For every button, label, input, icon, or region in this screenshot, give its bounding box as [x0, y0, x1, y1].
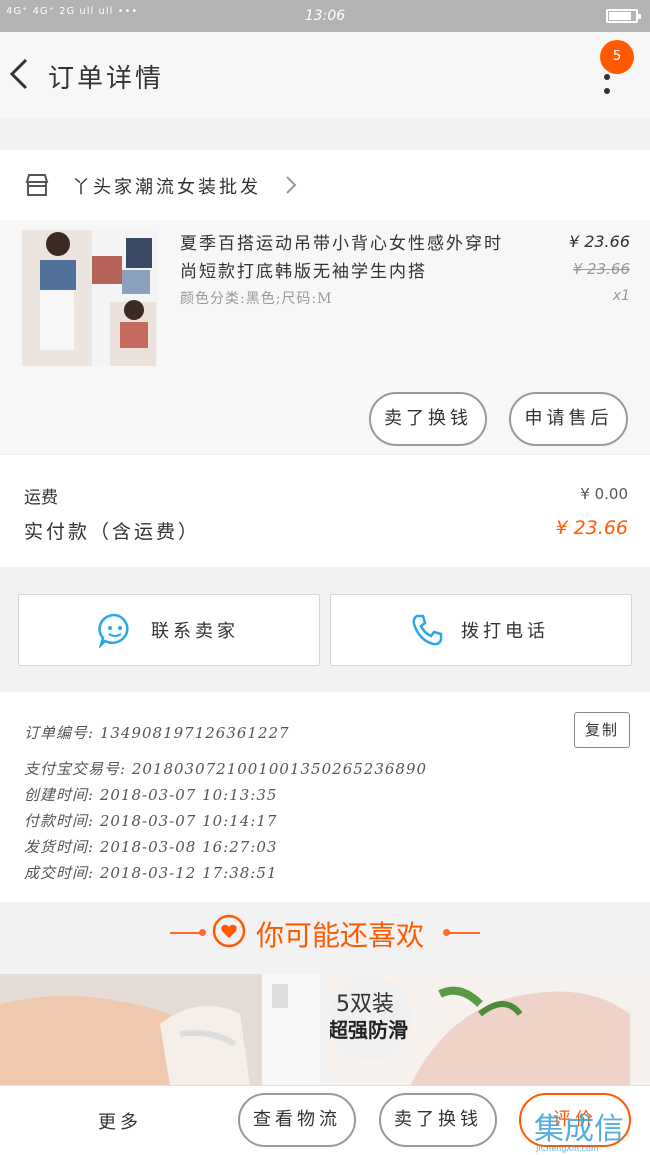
recommended-products: 5双装 超强防滑: [0, 974, 650, 1086]
store-icon: [25, 174, 49, 196]
shipping-value: ¥ 0.00: [580, 485, 628, 503]
divider-right: [446, 932, 480, 934]
watermark: 集成信 JiChengXin.com: [534, 1104, 650, 1154]
product-thumbnail[interactable]: [22, 230, 158, 366]
product-spec: 颜色分类:黑色;尺码:M: [180, 291, 333, 307]
original-price: ¥ 23.66: [572, 260, 630, 278]
chevron-right-icon: [286, 176, 297, 194]
recommend-header: 你可能还喜欢: [0, 902, 650, 964]
battery-icon: [606, 9, 641, 23]
more-vertical-icon[interactable]: [604, 74, 610, 102]
back-arrow-icon[interactable]: [6, 54, 36, 94]
total-value: ¥ 23.66: [555, 517, 628, 539]
call-phone-label: 拨打电话: [461, 621, 549, 642]
status-bar: 4G⁺ 4G⁺ 2G ull ull ••• 13:06: [0, 0, 650, 32]
watermark-logo: 集成信: [534, 1112, 624, 1147]
shop-name: 丫头家潮流女装批发: [72, 177, 261, 198]
shop-row[interactable]: 丫头家潮流女装批发: [0, 150, 650, 220]
more-button[interactable]: 更多: [98, 1108, 142, 1134]
product-price: ¥ 23.66: [568, 232, 630, 251]
promo-text-2: 超强防滑: [330, 1018, 408, 1042]
alipay-trade-number: 支付宝交易号: 2018030721001001350265236890: [24, 760, 428, 778]
completed-time: 成交时间: 2018-03-12 17:38:51: [24, 864, 278, 882]
header: 订单详情 5: [0, 32, 650, 118]
contact-seller-label: 联系卖家: [151, 621, 239, 642]
order-info: 订单编号: 134908197126361227 支付宝交易号: 2018030…: [0, 692, 650, 902]
order-item[interactable]: 夏季百搭运动吊带小背心女性感外穿时尚短款打底韩版无袖学生内搭 颜色分类:黑色;尺…: [0, 220, 650, 454]
heart-icon: [212, 914, 246, 948]
watermark-url: JiChengXin.com: [536, 1144, 599, 1153]
page-title: 订单详情: [48, 64, 165, 94]
order-number: 订单编号: 134908197126361227: [24, 724, 290, 742]
clock: 13:06: [304, 8, 346, 24]
quantity: x1: [612, 288, 630, 304]
phone-icon: [412, 614, 443, 646]
payment-summary: 运费 ¥ 0.00 实付款（含运费） ¥ 23.66: [0, 455, 650, 567]
product-card[interactable]: 5双装 超强防滑: [330, 974, 650, 1086]
shipped-time: 发货时间: 2018-03-08 16:27:03: [24, 838, 278, 856]
copy-button[interactable]: 复制: [574, 712, 630, 748]
after-sale-button[interactable]: 申请售后: [509, 392, 628, 446]
paid-time: 付款时间: 2018-03-07 10:14:17: [24, 812, 278, 830]
divider-dot-left: [199, 929, 206, 936]
product-title[interactable]: 夏季百搭运动吊带小背心女性感外穿时尚短款打底韩版无袖学生内搭: [180, 230, 510, 286]
view-logistics-button[interactable]: 查看物流: [238, 1093, 356, 1147]
resell-button[interactable]: 卖了换钱: [379, 1093, 497, 1147]
product-card[interactable]: [0, 974, 320, 1086]
recommend-title: 你可能还喜欢: [256, 919, 425, 952]
call-phone-button[interactable]: 拨打电话: [330, 594, 632, 666]
created-time: 创建时间: 2018-03-07 10:13:35: [24, 786, 278, 804]
resell-button[interactable]: 卖了换钱: [369, 392, 487, 446]
total-label: 实付款（含运费）: [24, 521, 201, 543]
contact-seller-button[interactable]: 联系卖家: [18, 594, 320, 666]
shipping-label: 运费: [24, 488, 58, 508]
notification-badge: 5: [600, 40, 634, 74]
chat-bubble-icon: [98, 613, 129, 648]
